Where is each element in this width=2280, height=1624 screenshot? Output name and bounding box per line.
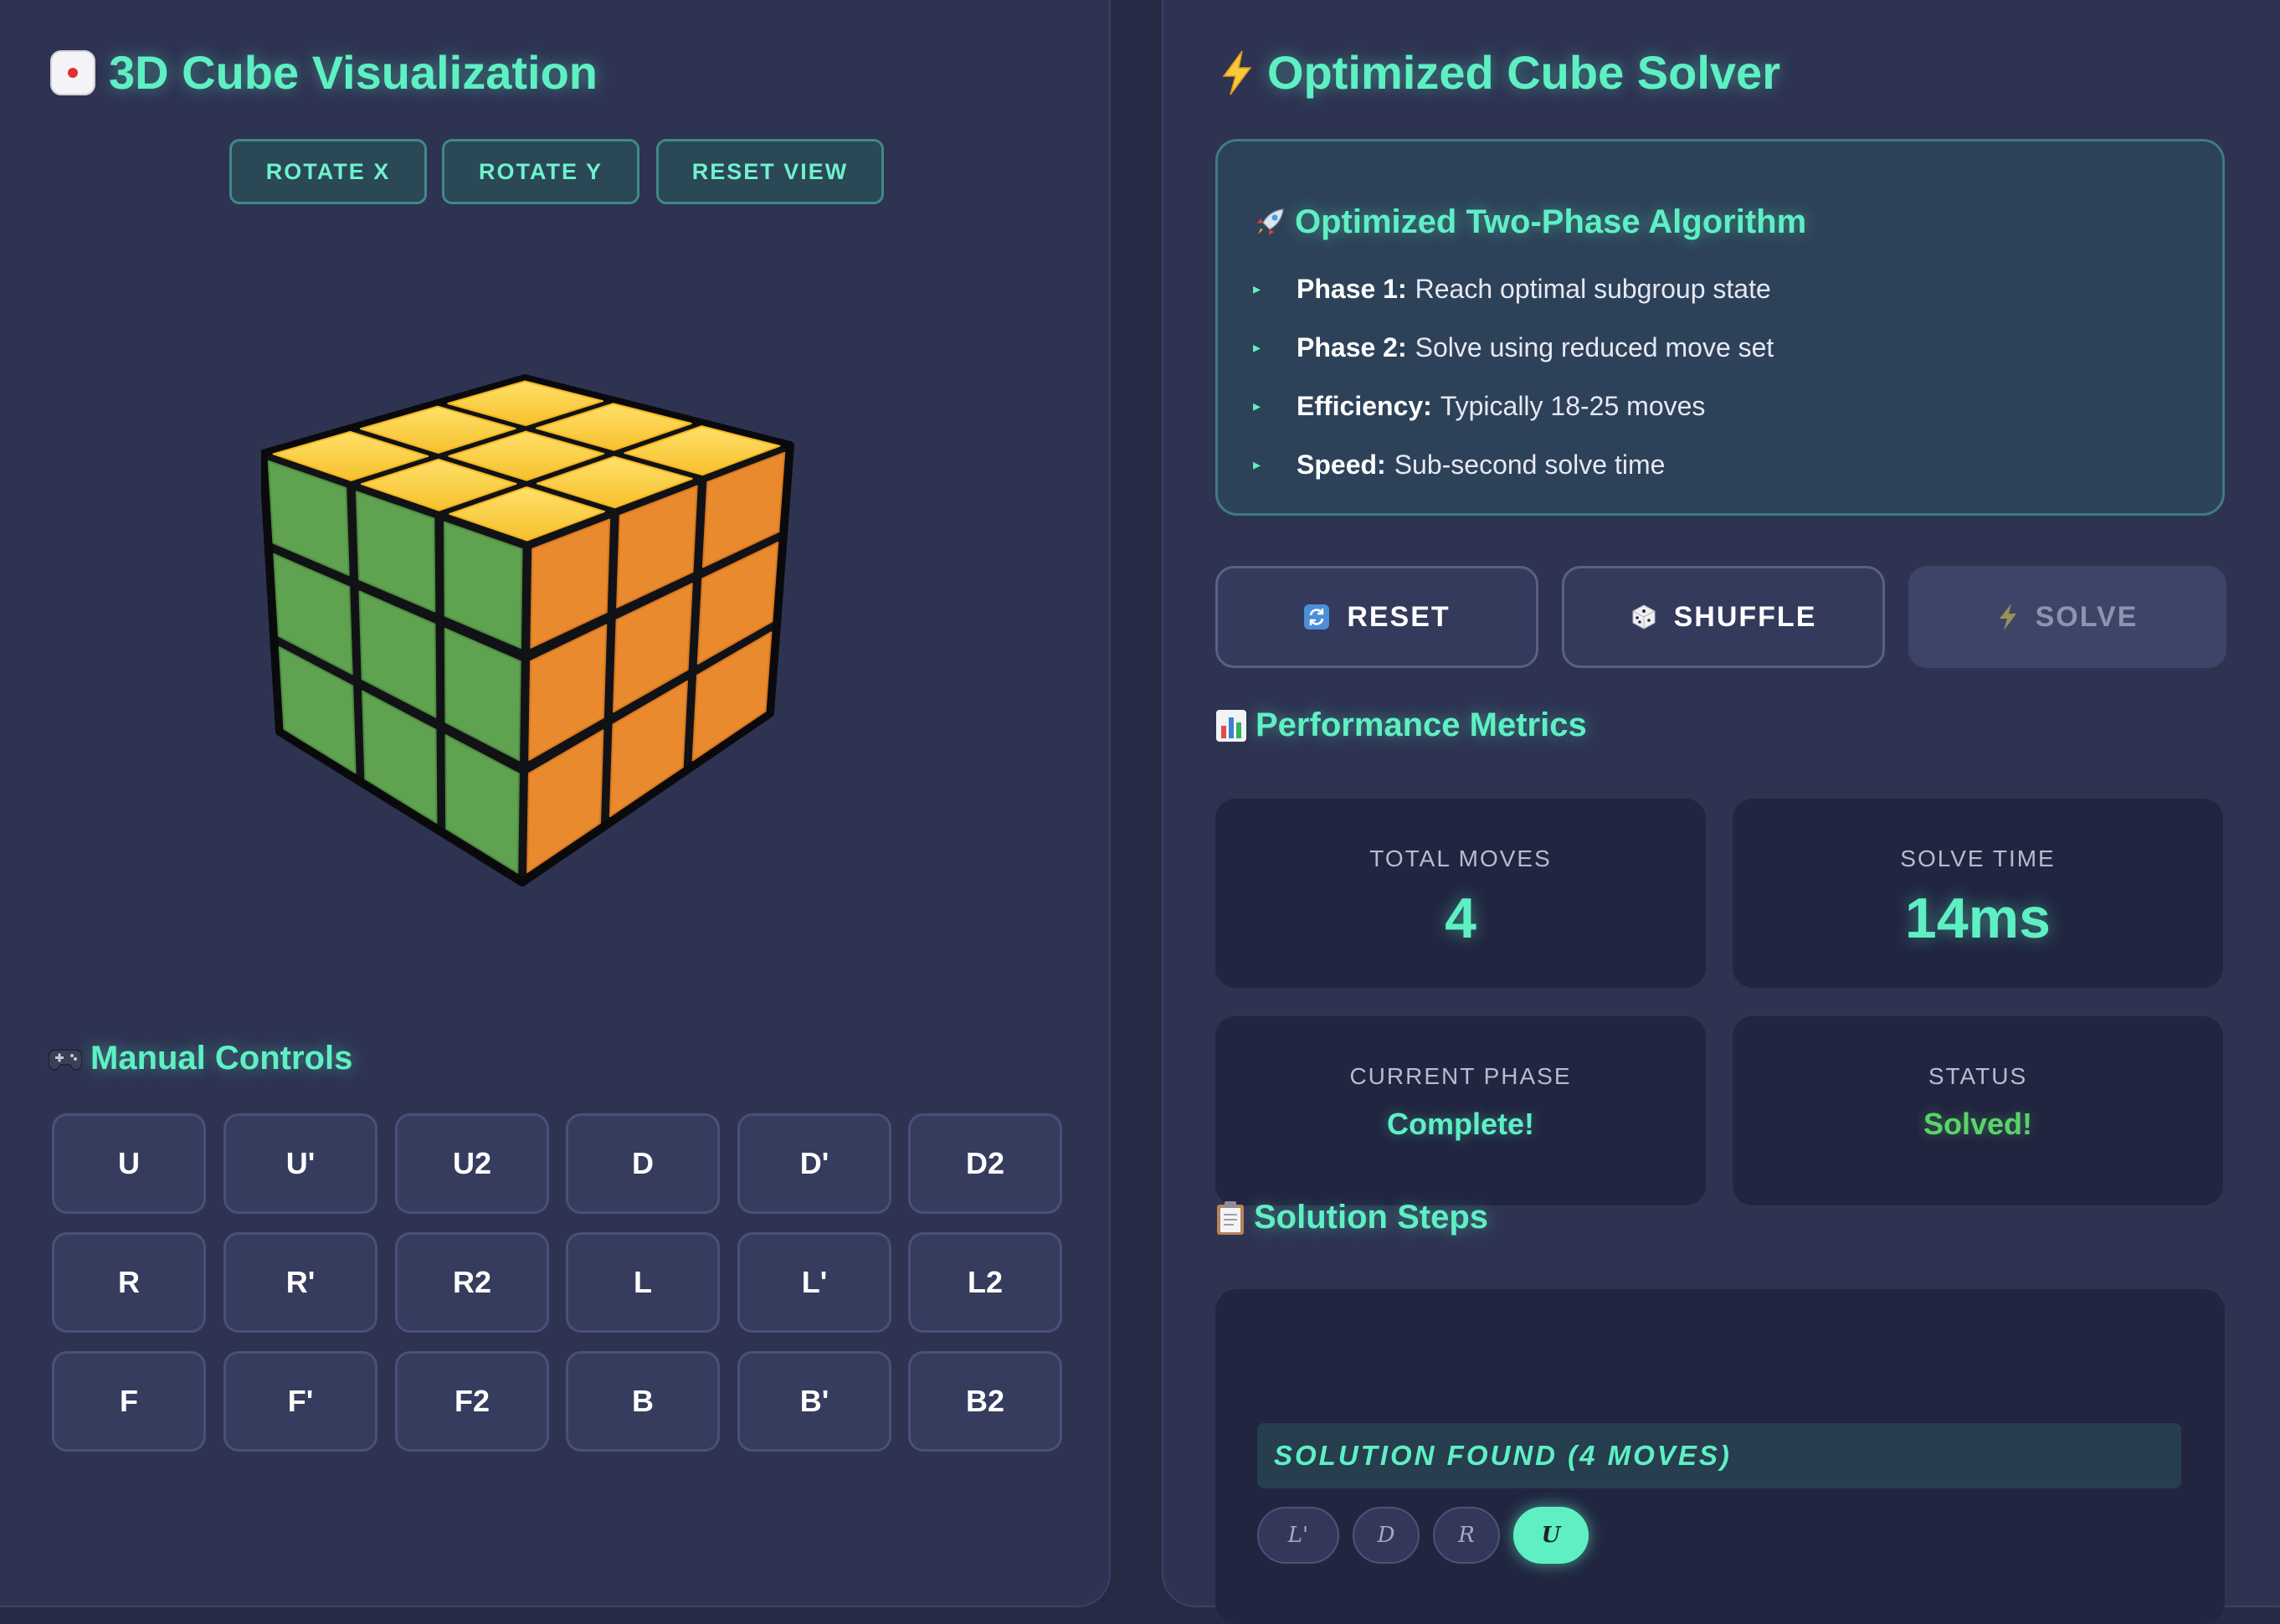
move-button-u-prime[interactable]: U' — [223, 1113, 377, 1214]
move-button-l2[interactable]: L2 — [908, 1232, 1062, 1333]
manual-controls-title: Manual Controls — [49, 1040, 352, 1077]
visualization-panel: 3D Cube Visualization ROTATE X ROTATE Y … — [0, 0, 1111, 1607]
solution-steps-title: Solution Steps — [1215, 1199, 1488, 1236]
algorithm-item-phase1: ▸ Phase 1: Reach optimal subgroup state — [1253, 274, 1771, 304]
move-button-d2[interactable]: D2 — [908, 1113, 1062, 1214]
lightning-icon — [1219, 49, 1256, 96]
move-button-r[interactable]: R — [52, 1232, 206, 1333]
move-button-b2[interactable]: B2 — [908, 1351, 1062, 1452]
rotate-x-button[interactable]: ROTATE X — [229, 139, 427, 204]
metric-solve-time: SOLVE TIME 14ms — [1733, 799, 2223, 988]
move-button-b-prime[interactable]: B' — [737, 1351, 891, 1452]
solution-move-chip[interactable]: D — [1353, 1507, 1420, 1564]
move-button-b[interactable]: B — [566, 1351, 720, 1452]
rocket-icon — [1253, 206, 1286, 239]
move-button-r2[interactable]: R2 — [395, 1232, 549, 1333]
cube-body — [261, 374, 794, 887]
cube-3d-view[interactable] — [261, 353, 814, 922]
solution-move-chip[interactable]: L' — [1257, 1507, 1339, 1564]
refresh-icon — [1303, 604, 1330, 630]
lightning-icon — [1997, 603, 2019, 631]
algorithm-info-box: Optimized Two-Phase Algorithm ▸ Phase 1:… — [1215, 139, 2225, 516]
move-button-f2[interactable]: F2 — [395, 1351, 549, 1452]
bullet-icon: ▸ — [1253, 456, 1261, 473]
algorithm-item-efficiency: ▸ Efficiency: Typically 18-25 moves — [1253, 391, 1706, 421]
move-button-d-prime[interactable]: D' — [737, 1113, 891, 1214]
algorithm-title: Optimized Two-Phase Algorithm — [1253, 203, 1806, 241]
algorithm-item-phase2: ▸ Phase 2: Solve using reduced move set — [1253, 332, 1774, 362]
metric-current-phase: CURRENT PHASE Complete! — [1215, 1016, 1706, 1205]
rotate-y-button[interactable]: ROTATE Y — [442, 139, 639, 204]
solution-found-banner: SOLUTION FOUND (4 MOVES) — [1257, 1423, 2181, 1488]
visualization-title: 3D Cube Visualization — [49, 45, 598, 100]
move-button-d[interactable]: D — [566, 1113, 720, 1214]
move-button-l[interactable]: L — [566, 1232, 720, 1333]
clipboard-icon — [1215, 1200, 1245, 1236]
move-button-u2[interactable]: U2 — [395, 1113, 549, 1214]
solver-title: Optimized Cube Solver — [1219, 45, 1780, 100]
bullet-icon: ▸ — [1253, 398, 1261, 414]
solution-move-chip[interactable]: R — [1433, 1507, 1500, 1564]
bullet-icon: ▸ — [1253, 280, 1261, 297]
algorithm-item-speed: ▸ Speed: Sub-second solve time — [1253, 450, 1666, 480]
move-button-r-prime[interactable]: R' — [223, 1232, 377, 1333]
solution-move-chip[interactable]: U — [1513, 1507, 1589, 1564]
dice-icon — [1630, 604, 1657, 630]
metric-status: STATUS Solved! — [1733, 1016, 2223, 1205]
bullet-icon: ▸ — [1253, 339, 1261, 356]
bar-chart-icon — [1215, 709, 1247, 743]
move-button-u[interactable]: U — [52, 1113, 206, 1214]
shuffle-button[interactable]: SHUFFLE — [1562, 566, 1885, 668]
move-button-l-prime[interactable]: L' — [737, 1232, 891, 1333]
reset-button[interactable]: RESET — [1215, 566, 1538, 668]
gamepad-icon — [49, 1046, 82, 1072]
solution-steps-box: SOLUTION FOUND (4 MOVES) L' D R U — [1215, 1289, 2225, 1624]
metric-total-moves: TOTAL MOVES 4 — [1215, 799, 1706, 988]
dice-icon — [49, 49, 97, 97]
move-button-f-prime[interactable]: F' — [223, 1351, 377, 1452]
solve-button[interactable]: SOLVE — [1908, 566, 2226, 668]
reset-view-button[interactable]: RESET VIEW — [656, 139, 884, 204]
solver-panel: Optimized Cube Solver Optimized Two-Phas… — [1162, 0, 2280, 1624]
move-button-f[interactable]: F — [52, 1351, 206, 1452]
performance-title: Performance Metrics — [1215, 707, 1587, 744]
